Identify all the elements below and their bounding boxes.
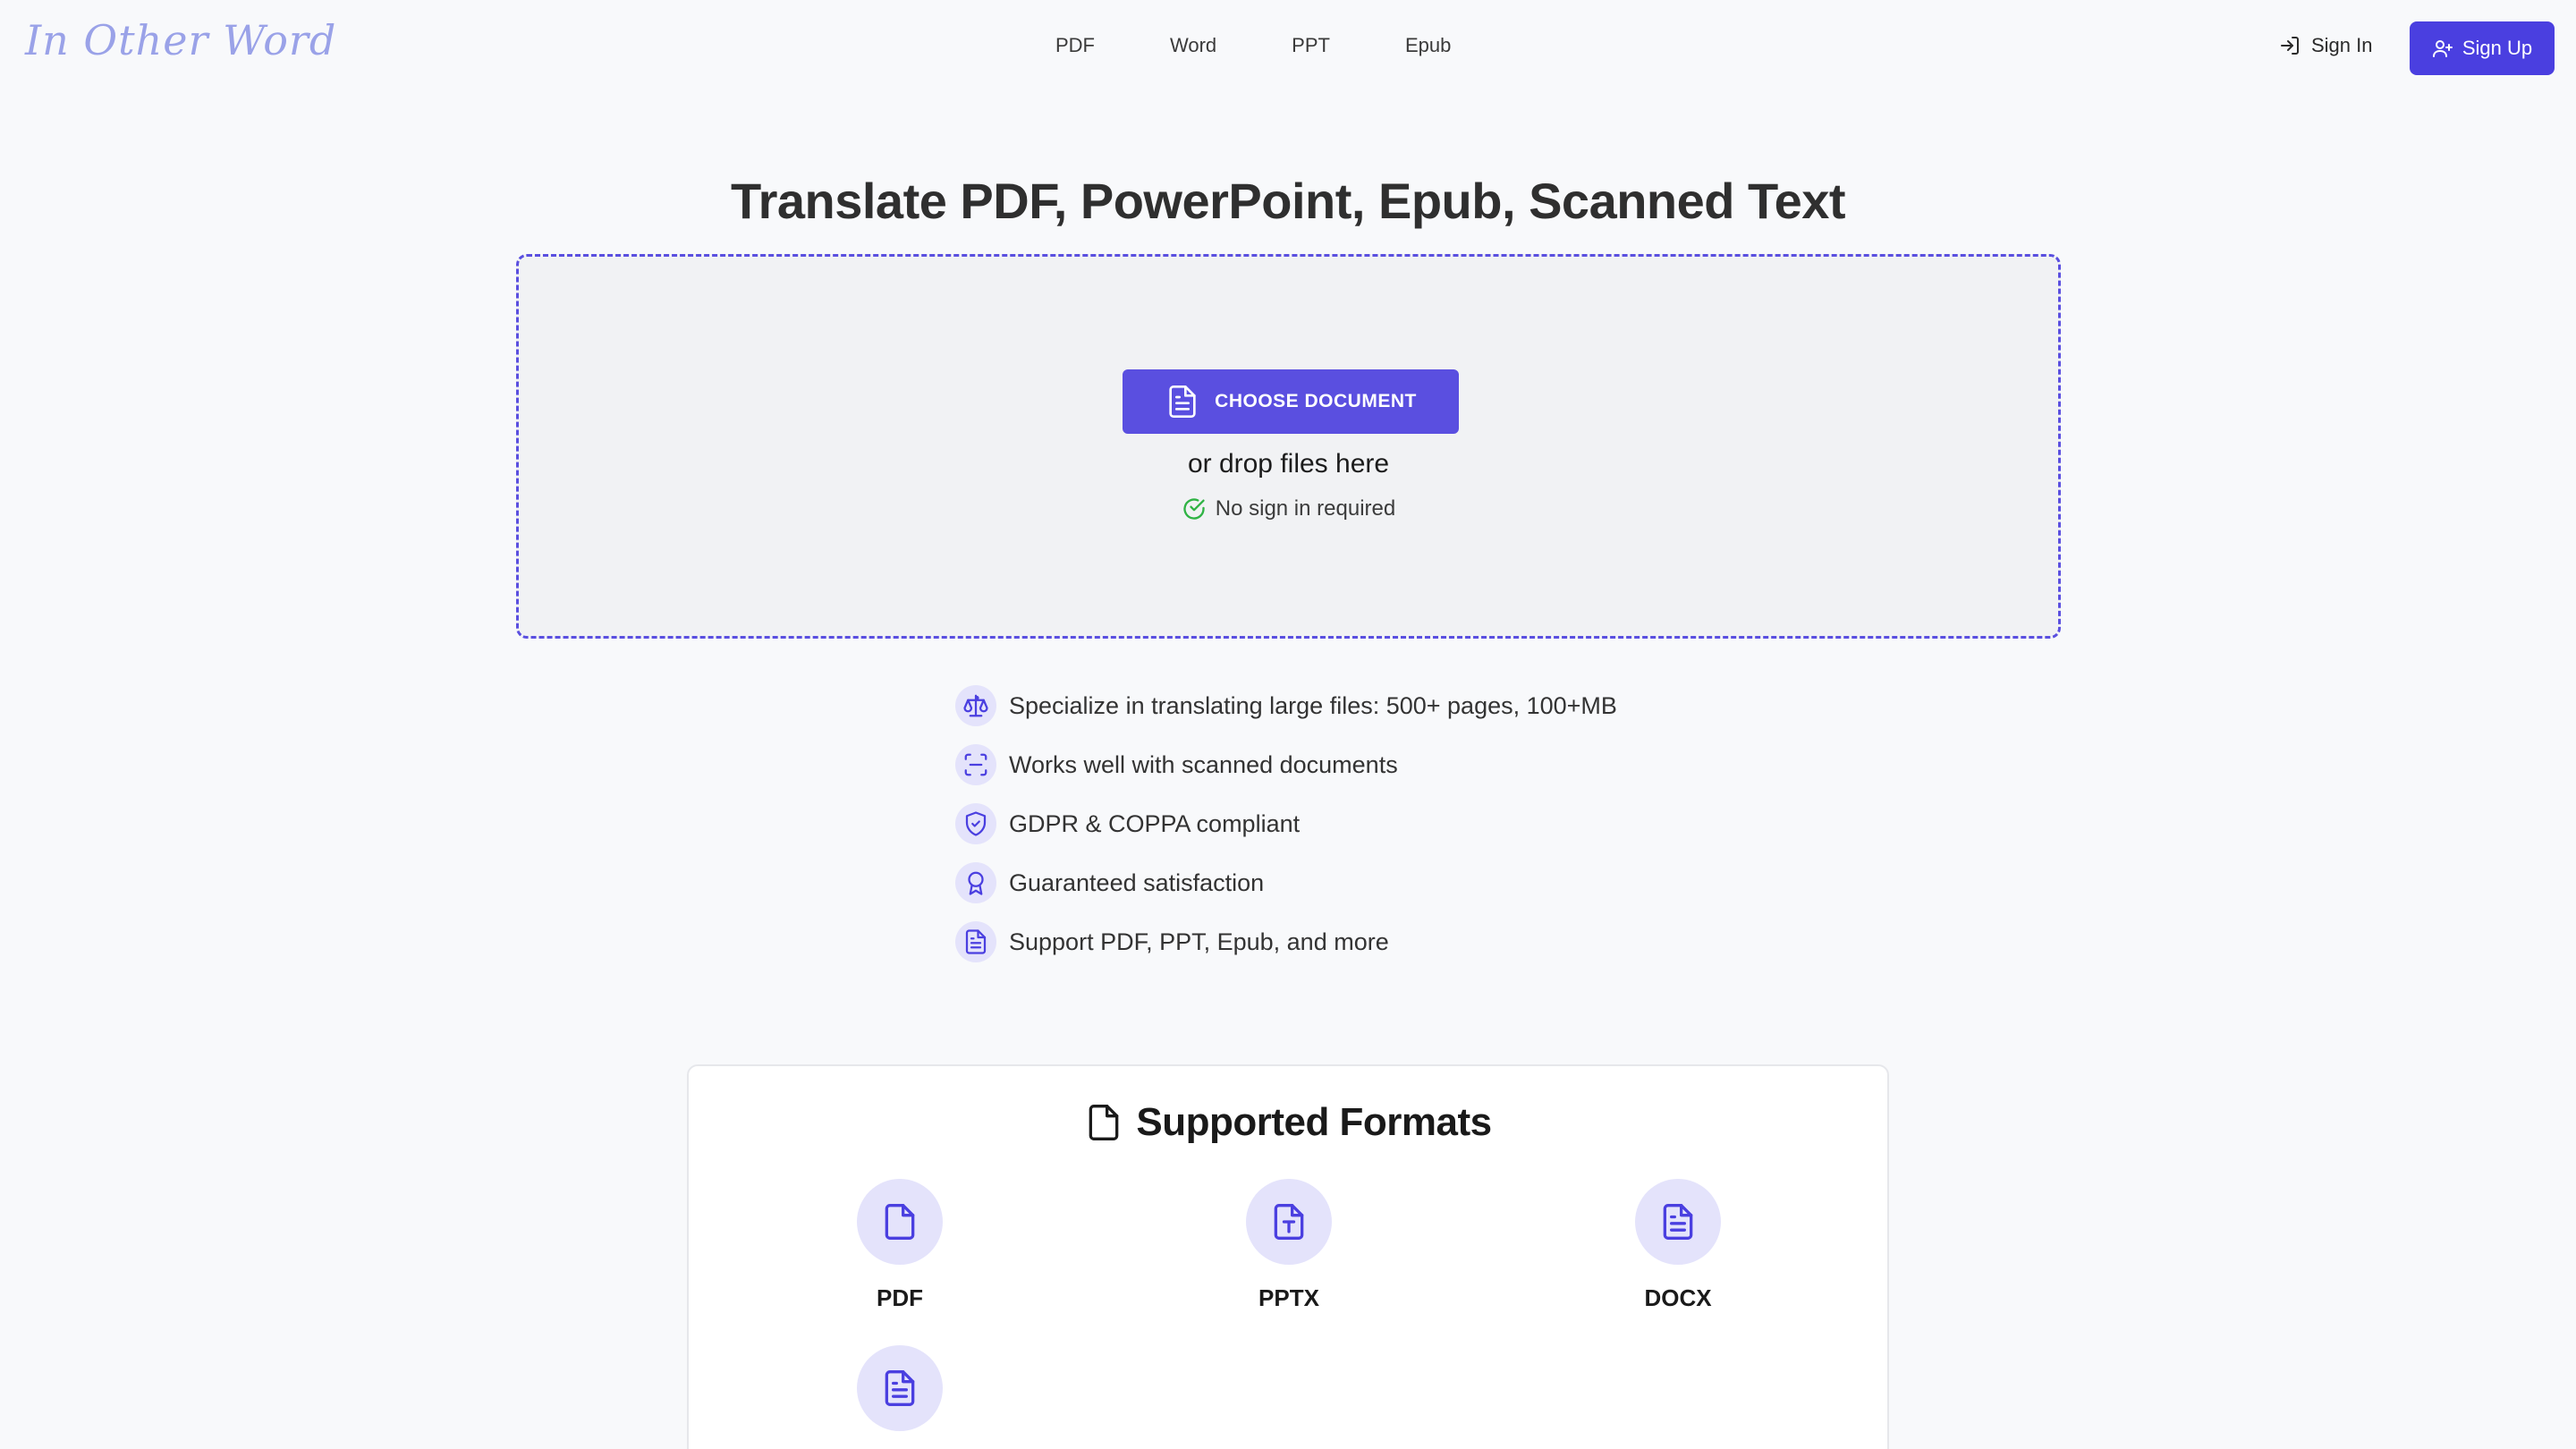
choose-document-button[interactable]: CHOOSE DOCUMENT [1123, 369, 1459, 434]
feature-text: Specialize in translating large files: 5… [1009, 691, 1617, 719]
format-label: PDF [877, 1284, 923, 1311]
nav-item-word[interactable]: Word [1170, 34, 1216, 57]
choose-document-label: CHOOSE DOCUMENT [1215, 391, 1417, 411]
logo[interactable]: In Other Word [25, 16, 336, 64]
document-icon [1635, 1179, 1721, 1265]
sign-in-button[interactable]: Sign In [2279, 34, 2373, 57]
supported-formats-title: Supported Formats [1136, 1100, 1492, 1144]
scale-icon [955, 685, 996, 726]
drop-hint: or drop files here [1187, 449, 1390, 479]
nav-item-epub[interactable]: Epub [1405, 34, 1451, 57]
sign-up-button[interactable]: Sign Up [2410, 21, 2555, 75]
feature-item: Guaranteed satisfaction [955, 853, 1617, 912]
feature-item: Specialize in translating large files: 5… [955, 676, 1617, 735]
nav-item-pdf[interactable]: PDF [1055, 34, 1095, 57]
main-nav: PDF Word PPT Epub [1055, 34, 1526, 57]
sign-in-label: Sign In [2311, 34, 2373, 56]
format-item-pptx: PPTX [1199, 1179, 1378, 1312]
file-icon [1089, 1105, 1119, 1140]
document-icon [857, 1345, 943, 1431]
format-item-pdf: PDF [810, 1179, 989, 1312]
feature-text: Works well with scanned documents [1009, 750, 1398, 778]
feature-text: Guaranteed satisfaction [1009, 869, 1265, 896]
sign-up-label: Sign Up [2462, 37, 2533, 59]
feature-item: Support PDF, PPT, Epub, and more [955, 912, 1617, 971]
shield-check-icon [955, 803, 996, 844]
user-plus-icon [2432, 40, 2453, 57]
document-icon [1169, 386, 1196, 418]
no-sign-in-note: No sign in required [519, 496, 2058, 521]
award-icon [955, 862, 996, 903]
check-circle-icon [1183, 498, 1205, 520]
supported-formats-heading: Supported Formats [689, 1100, 1887, 1145]
format-item-epub [810, 1345, 989, 1449]
feature-item: GDPR & COPPA compliant [955, 794, 1617, 853]
scan-icon [955, 744, 996, 785]
nav-item-ppt[interactable]: PPT [1292, 34, 1330, 57]
presentation-file-icon [1246, 1179, 1332, 1265]
document-icon [955, 921, 996, 962]
file-drop-zone[interactable]: CHOOSE DOCUMENT or drop files here No si… [516, 254, 2061, 639]
sign-in-icon [2281, 37, 2299, 55]
header: In Other Word PDF Word PPT Epub Sign In … [0, 0, 2576, 97]
no-sign-in-label: No sign in required [1215, 496, 1396, 521]
feature-text: GDPR & COPPA compliant [1009, 809, 1301, 837]
file-icon [857, 1179, 943, 1265]
page: In Other Word PDF Word PPT Epub Sign In … [0, 0, 2576, 1449]
format-label: PPTX [1258, 1284, 1319, 1311]
feature-list: Specialize in translating large files: 5… [955, 676, 1617, 971]
format-item-docx: DOCX [1589, 1179, 1767, 1312]
feature-item: Works well with scanned documents [955, 735, 1617, 794]
feature-text: Support PDF, PPT, Epub, and more [1009, 928, 1389, 955]
format-label: DOCX [1644, 1284, 1712, 1311]
supported-formats-card: Supported Formats PDF PPTX DOCX [687, 1064, 1889, 1449]
page-title: Translate PDF, PowerPoint, Epub, Scanned… [730, 173, 1846, 229]
